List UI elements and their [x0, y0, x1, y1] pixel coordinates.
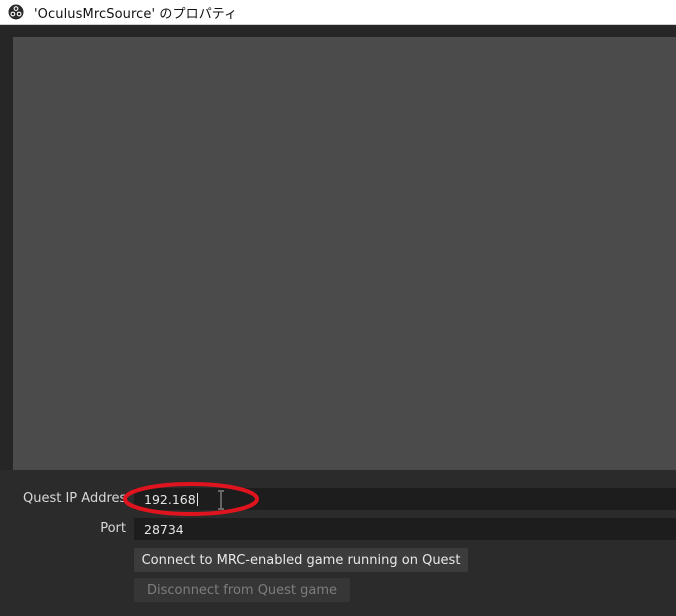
connect-button[interactable]: Connect to MRC-enabled game running on Q…	[134, 548, 468, 572]
preview-frame	[0, 25, 676, 480]
port-input[interactable]: 28734	[134, 518, 676, 540]
port-value: 28734	[144, 521, 184, 537]
quest-ip-value: 192.168	[144, 491, 196, 507]
port-label: Port	[100, 521, 126, 536]
obs-logo-icon	[8, 4, 24, 20]
disconnect-button[interactable]: Disconnect from Quest game	[134, 578, 350, 602]
title-bar[interactable]: 'OculusMrcSource' のプロパティ	[0, 0, 676, 25]
window-title: 'OculusMrcSource' のプロパティ	[34, 6, 238, 22]
quest-ip-input[interactable]: 192.168	[134, 488, 676, 510]
source-preview	[13, 37, 676, 470]
quest-ip-label: Quest IP Addres	[23, 491, 127, 506]
text-cursor-icon	[218, 490, 224, 510]
properties-dialog: 'OculusMrcSource' のプロパティ Quest IP Addres…	[0, 0, 676, 616]
text-caret	[196, 492, 198, 506]
